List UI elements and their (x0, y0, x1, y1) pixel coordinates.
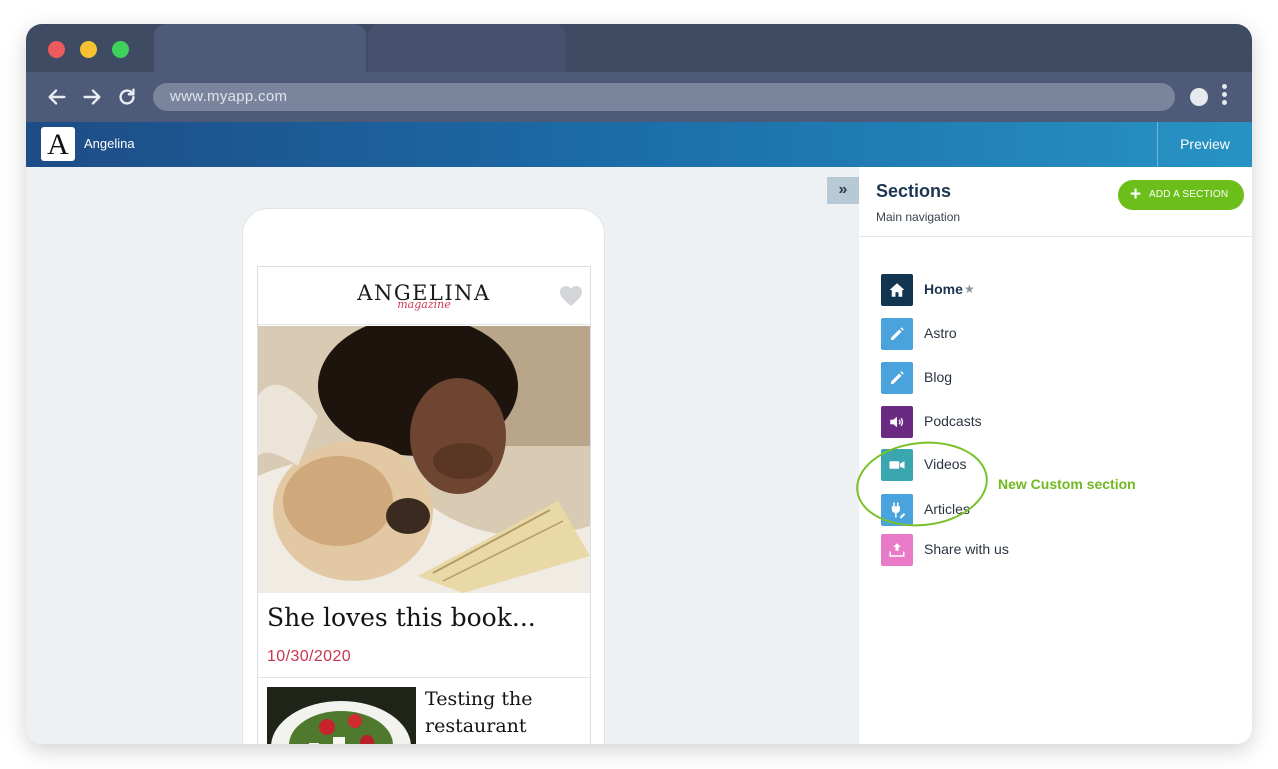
add-section-label: ADD A SECTION (1149, 189, 1229, 200)
section-item-podcasts[interactable]: Podcasts (881, 406, 1241, 438)
browser-toolbar: www.myapp.com (26, 72, 1252, 122)
magazine-header: ANGELINA magazine (258, 267, 590, 325)
section-item-share-with-us[interactable]: Share with us (881, 534, 1241, 566)
section-item-label: Share with us (924, 541, 1009, 557)
article-hero-image[interactable] (258, 326, 590, 593)
heart-icon[interactable] (559, 285, 583, 307)
browser-tab-inactive[interactable] (368, 24, 566, 72)
new-custom-section-annotation: New Custom section (998, 476, 1136, 492)
phone-screen: ANGELINA magazine She loves this book...… (257, 266, 591, 744)
pencil-icon (881, 318, 913, 350)
back-arrow-icon[interactable] (44, 84, 70, 110)
profile-icon[interactable] (1190, 88, 1208, 106)
maximize-window-icon[interactable] (112, 41, 129, 58)
section-item-astro[interactable]: Astro (881, 318, 1241, 350)
pencil-icon (881, 362, 913, 394)
reload-icon[interactable] (114, 84, 140, 110)
section-item-label: Podcasts (924, 413, 982, 429)
article-divider (258, 677, 590, 678)
browser-tab-active[interactable] (154, 24, 366, 72)
browser-window: www.myapp.com A Angelina Preview » ANGEL… (26, 24, 1252, 744)
speaker-icon (881, 406, 913, 438)
article-title-secondary[interactable]: Testing the restaurant Dolce (425, 686, 585, 744)
section-item-home[interactable]: Home ★ (881, 274, 1241, 306)
browser-titlebar (26, 24, 1252, 72)
sections-subtitle: Main navigation (876, 210, 961, 224)
sections-title: Sections (876, 181, 952, 201)
article-thumbnail[interactable] (267, 687, 416, 744)
panel-divider (859, 236, 1252, 237)
article-title[interactable]: She loves this book... (267, 603, 587, 632)
collapse-panel-button[interactable]: » (827, 177, 859, 204)
plus-icon: + (1130, 184, 1142, 205)
address-bar[interactable]: www.myapp.com (153, 83, 1175, 111)
app-logo: A (41, 127, 75, 161)
browser-menu-icon[interactable] (1220, 84, 1228, 110)
magazine-logo-subtitle: magazine (397, 298, 451, 311)
add-section-button[interactable]: + ADD A SECTION (1118, 180, 1244, 210)
section-item-label: Blog (924, 369, 953, 385)
section-item-blog[interactable]: Blog (881, 362, 1241, 394)
section-item-label: Astro (924, 325, 957, 341)
minimize-window-icon[interactable] (80, 41, 97, 58)
app-name: Angelina (84, 136, 135, 151)
section-item-label: Home (924, 281, 963, 297)
default-star-icon: ★ (964, 282, 975, 296)
close-window-icon[interactable] (48, 41, 65, 58)
phone-preview: ANGELINA magazine She loves this book...… (242, 208, 605, 744)
upload-icon (881, 534, 913, 566)
home-icon (881, 274, 913, 306)
article-date: 10/30/2020 (267, 648, 352, 665)
app-header: A Angelina Preview (26, 122, 1252, 167)
forward-arrow-icon[interactable] (79, 84, 105, 110)
preview-button[interactable]: Preview (1157, 122, 1252, 167)
